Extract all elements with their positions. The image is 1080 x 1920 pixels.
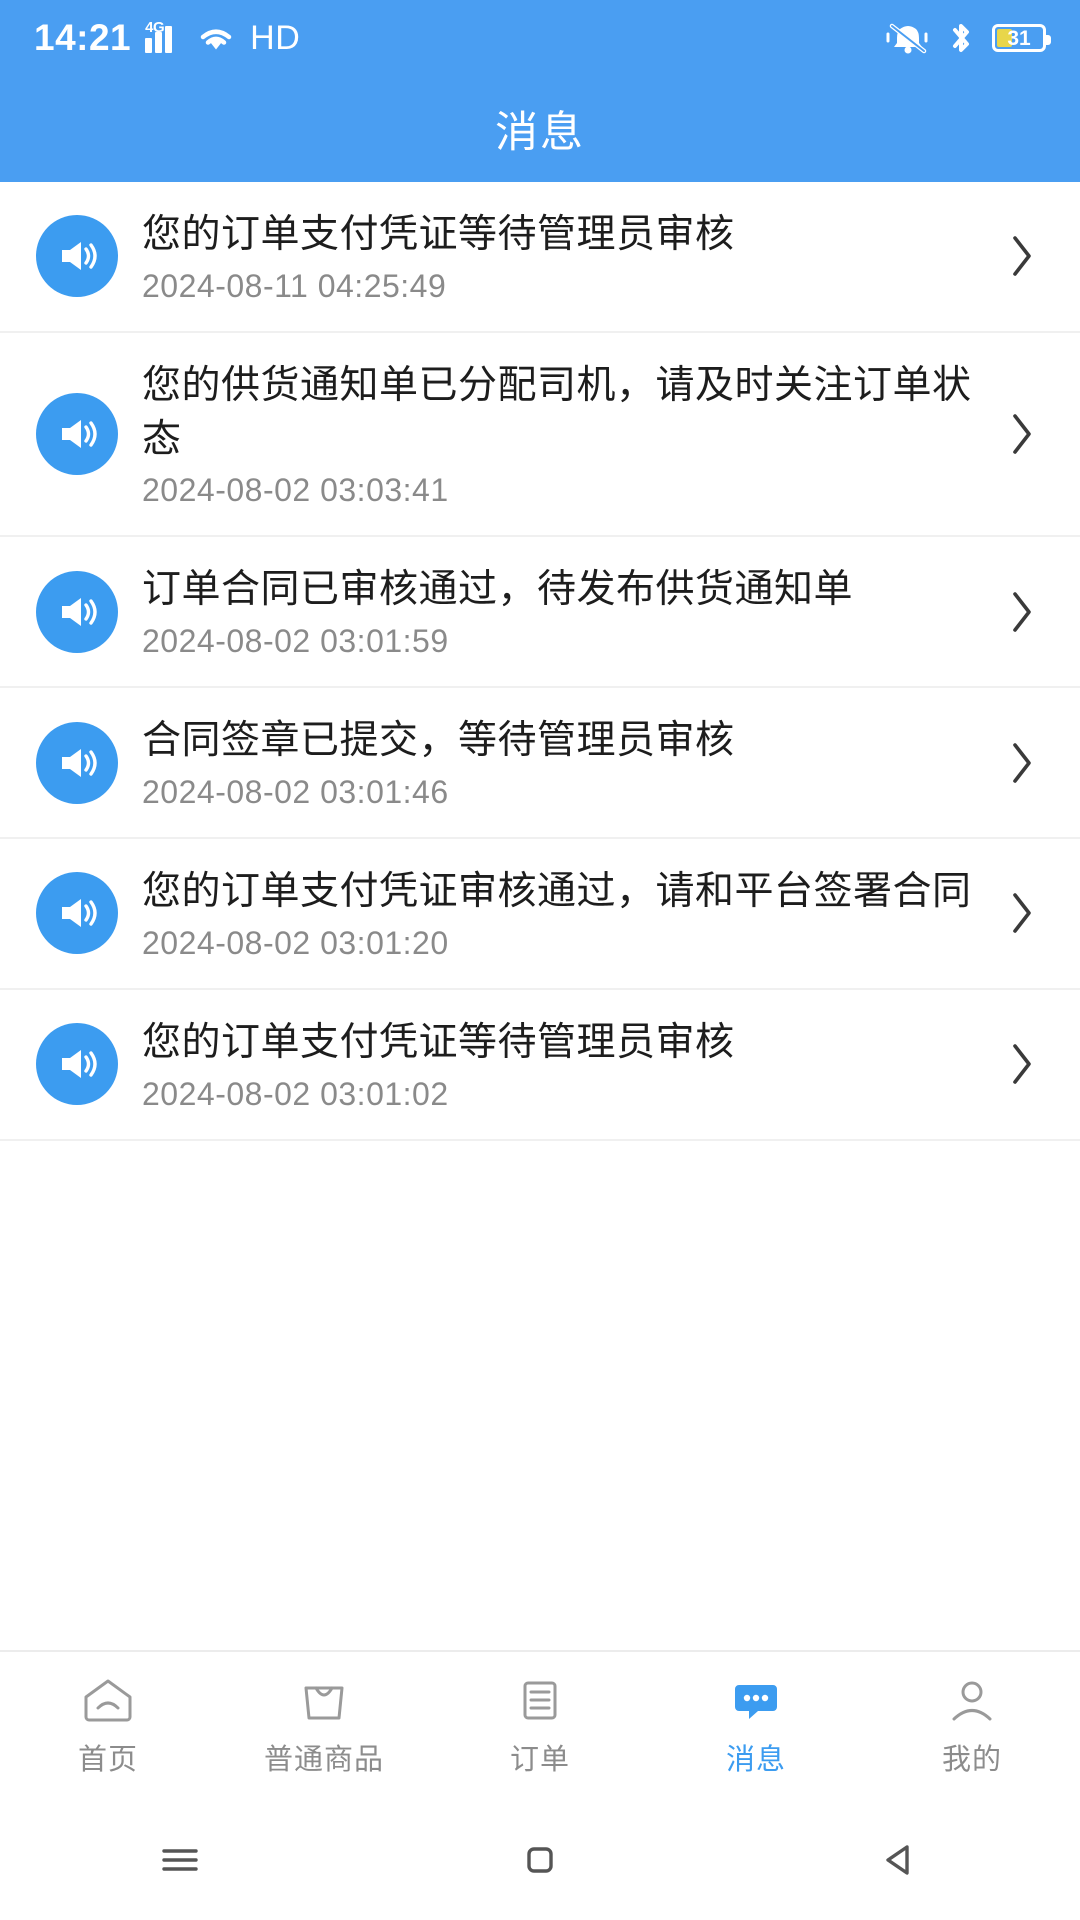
speaker-announcement-icon bbox=[36, 570, 118, 653]
message-timestamp: 2024-08-02 03:01:59 bbox=[142, 623, 449, 660]
mute-bell-icon bbox=[886, 21, 930, 55]
status-bar-right: 31 bbox=[886, 21, 1051, 55]
speaker-announcement-icon bbox=[36, 393, 118, 476]
message-timestamp: 2024-08-02 03:01:20 bbox=[142, 924, 449, 961]
speaker-announcement-icon bbox=[36, 215, 118, 298]
page-title: 消息 bbox=[495, 109, 585, 157]
message-body: 合同签章已提交，等待管理员审核 2024-08-02 03:01:46 bbox=[142, 714, 994, 811]
phone-screen: 14:21 4G HD 31 消息 您的订单支付凭证等待管理员审核 2024-0… bbox=[0, 0, 1080, 1920]
tab-orders[interactable]: 订单 bbox=[432, 1652, 648, 1800]
message-title: 合同签章已提交，等待管理员审核 bbox=[142, 719, 735, 763]
battery-icon: 31 bbox=[992, 24, 1051, 52]
signal-4g-label: 4G bbox=[145, 19, 165, 36]
message-body: 订单合同已审核通过，待发布供货通知单 2024-08-02 03:01:59 bbox=[142, 563, 994, 660]
tab-orders-label: 订单 bbox=[509, 1744, 570, 1776]
tab-products-label: 普通商品 bbox=[263, 1744, 384, 1776]
message-list-item[interactable]: 您的供货通知单已分配司机，请及时关注订单状态 2024-08-02 03:03:… bbox=[0, 333, 1080, 538]
speaker-announcement-icon bbox=[36, 721, 118, 804]
message-timestamp: 2024-08-02 03:01:02 bbox=[142, 1075, 449, 1112]
app-header: 消息 bbox=[0, 76, 1080, 182]
message-list-item[interactable]: 您的订单支付凭证等待管理员审核 2024-08-02 03:01:02 bbox=[0, 990, 1080, 1141]
tab-products[interactable]: 普通商品 bbox=[216, 1652, 432, 1800]
message-list-item[interactable]: 您的订单支付凭证审核通过，请和平台签署合同 2024-08-02 03:01:2… bbox=[0, 839, 1080, 990]
message-body: 您的订单支付凭证等待管理员审核 2024-08-11 04:25:49 bbox=[142, 208, 994, 305]
chat-bubble-icon bbox=[728, 1674, 784, 1726]
chevron-right-icon[interactable] bbox=[994, 411, 1050, 457]
message-list-item[interactable]: 您的订单支付凭证等待管理员审核 2024-08-11 04:25:49 bbox=[0, 182, 1080, 333]
message-body: 您的供货通知单已分配司机，请及时关注订单状态 2024-08-02 03:03:… bbox=[142, 359, 994, 510]
chevron-right-icon[interactable] bbox=[994, 589, 1050, 635]
tab-home-label: 首页 bbox=[77, 1744, 138, 1776]
message-timestamp: 2024-08-02 03:01:46 bbox=[142, 774, 449, 811]
message-timestamp: 2024-08-11 04:25:49 bbox=[142, 267, 447, 304]
chevron-right-icon[interactable] bbox=[994, 740, 1050, 786]
home-square-icon[interactable] bbox=[480, 1800, 600, 1920]
menu-icon[interactable] bbox=[120, 1800, 240, 1920]
person-icon bbox=[944, 1674, 1000, 1726]
message-body: 您的订单支付凭证等待管理员审核 2024-08-02 03:01:02 bbox=[142, 1016, 994, 1113]
bag-icon bbox=[296, 1674, 352, 1726]
battery-percent: 31 bbox=[1007, 26, 1031, 50]
status-time: 14:21 bbox=[34, 17, 132, 58]
status-bar-left: 14:21 4G HD bbox=[34, 17, 300, 59]
home-icon bbox=[80, 1674, 136, 1726]
tab-mine[interactable]: 我的 bbox=[864, 1652, 1080, 1800]
bluetooth-icon bbox=[948, 21, 974, 55]
message-timestamp: 2024-08-02 03:03:41 bbox=[142, 472, 449, 509]
tab-messages[interactable]: 消息 bbox=[648, 1652, 864, 1800]
speaker-announcement-icon bbox=[36, 1023, 118, 1106]
message-title: 订单合同已审核通过，待发布供货通知单 bbox=[142, 568, 854, 612]
status-bar: 14:21 4G HD 31 bbox=[0, 0, 1080, 76]
message-title: 您的订单支付凭证等待管理员审核 bbox=[142, 1020, 735, 1064]
message-title: 您的供货通知单已分配司机，请及时关注订单状态 bbox=[142, 363, 972, 461]
chevron-right-icon[interactable] bbox=[994, 890, 1050, 936]
bottom-tab-bar: 首页 普通商品 订单 消息 我的 bbox=[0, 1650, 1080, 1800]
tab-home[interactable]: 首页 bbox=[0, 1652, 216, 1800]
list-icon bbox=[512, 1674, 568, 1726]
hd-icon: HD bbox=[250, 18, 301, 57]
chevron-right-icon[interactable] bbox=[994, 1041, 1050, 1087]
chevron-right-icon[interactable] bbox=[994, 233, 1050, 279]
message-title: 您的订单支付凭证审核通过，请和平台签署合同 bbox=[142, 870, 972, 914]
wifi-icon bbox=[196, 23, 236, 53]
tab-messages-label: 消息 bbox=[725, 1744, 786, 1776]
message-list-item[interactable]: 订单合同已审核通过，待发布供货通知单 2024-08-02 03:01:59 bbox=[0, 537, 1080, 689]
message-list: 您的订单支付凭证等待管理员审核 2024-08-11 04:25:49 您的供货… bbox=[0, 182, 1080, 1650]
back-triangle-icon[interactable] bbox=[840, 1800, 960, 1920]
tab-mine-label: 我的 bbox=[941, 1744, 1002, 1776]
speaker-announcement-icon bbox=[36, 872, 118, 955]
message-list-item[interactable]: 合同签章已提交，等待管理员审核 2024-08-02 03:01:46 bbox=[0, 688, 1080, 840]
signal-4g-icon: 4G bbox=[145, 19, 182, 53]
message-title: 您的订单支付凭证等待管理员审核 bbox=[142, 213, 735, 256]
system-navigation-bar bbox=[0, 1800, 1080, 1920]
message-body: 您的订单支付凭证审核通过，请和平台签署合同 2024-08-02 03:01:2… bbox=[142, 865, 994, 962]
